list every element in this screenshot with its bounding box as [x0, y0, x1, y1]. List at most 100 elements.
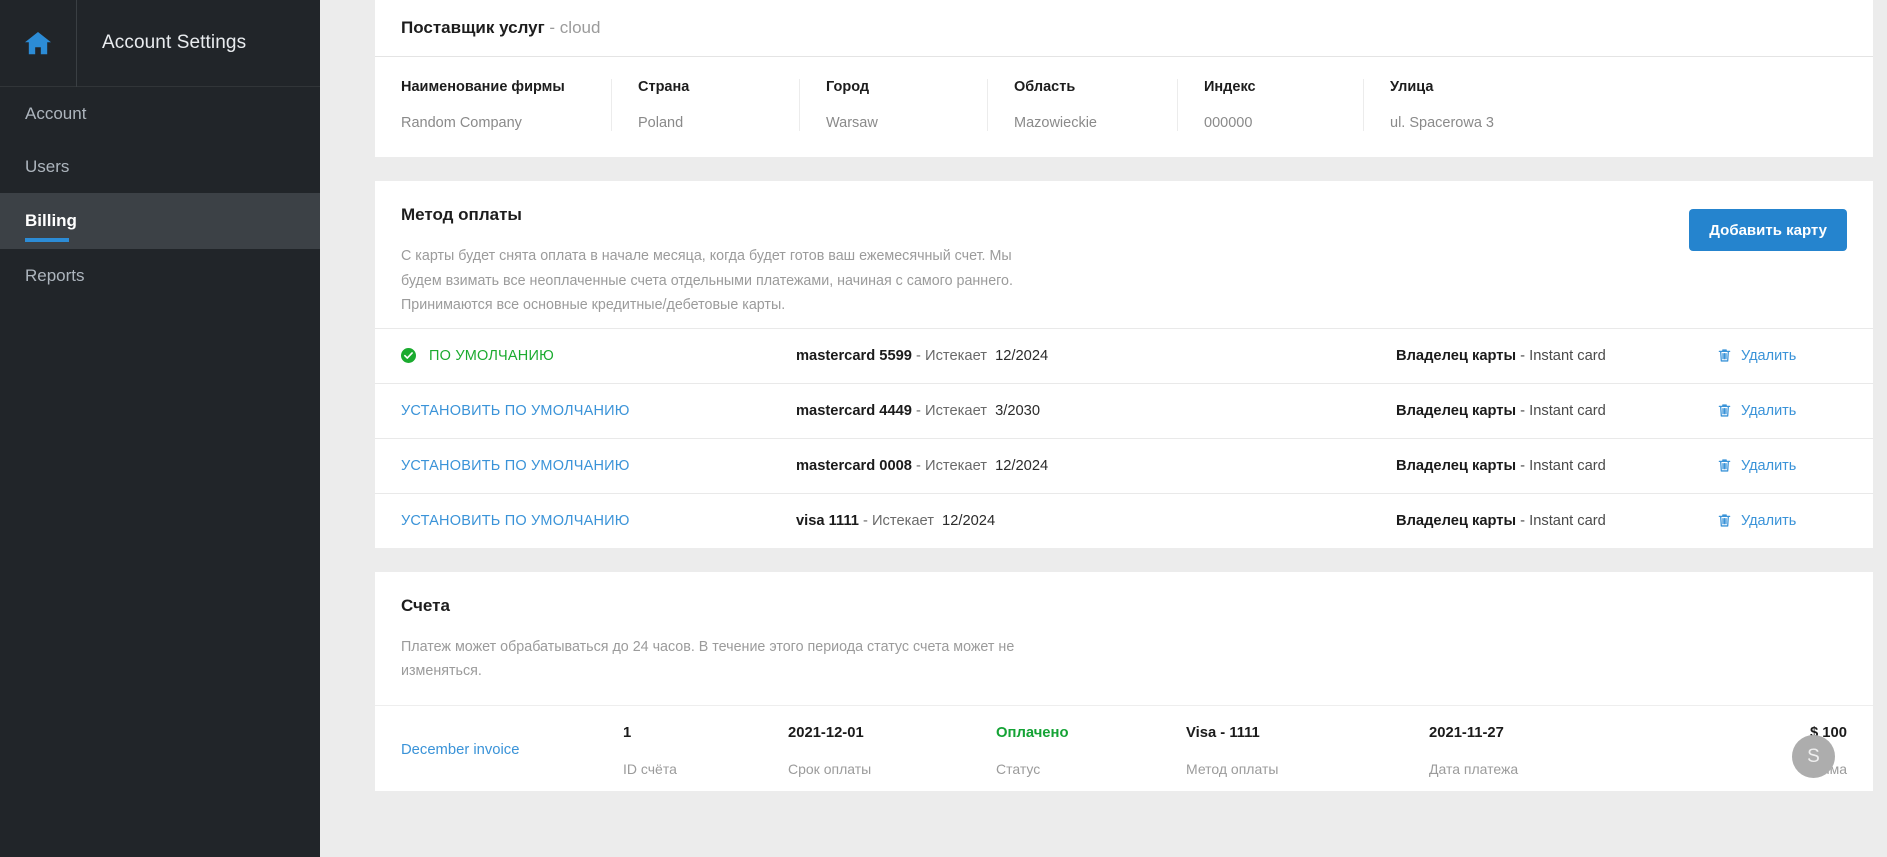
- payment-method-header: Метод оплаты С карты будет снята оплата …: [375, 181, 1873, 328]
- default-status: ПО УМОЛЧАНИЮ: [401, 348, 796, 364]
- payment-card-row: УСТАНОВИТЬ ПО УМОЛЧАНИЮ visa 1111 - Исте…: [375, 492, 1873, 548]
- payment-card-row: ПО УМОЛЧАНИЮ mastercard 5599 - Истекает …: [375, 327, 1873, 383]
- card-owner-value: - Instant card: [1520, 402, 1606, 419]
- field-label: Индекс: [1204, 79, 1256, 95]
- payment-card-row: УСТАНОВИТЬ ПО УМОЛЧАНИЮ mastercard 4449 …: [375, 382, 1873, 438]
- trash-icon: [1717, 348, 1732, 363]
- card-owner: Владелец карты - Instant card: [1396, 403, 1717, 419]
- default-status: УСТАНОВИТЬ ПО УМОЛЧАНИЮ: [401, 458, 796, 474]
- card-expiry: 12/2024: [995, 347, 1049, 364]
- field-value: 000000: [1204, 115, 1253, 131]
- sidebar-item-label: Reports: [25, 265, 85, 285]
- avatar-initial: S: [1807, 745, 1820, 767]
- invoice-id-cell: 1 ID счёта: [623, 725, 788, 777]
- field-street: Улица ul. Spacerowa 3: [1363, 79, 1603, 131]
- field-value: Poland: [638, 115, 684, 131]
- field-label: Область: [1014, 79, 1076, 95]
- card-owner-value: - Instant card: [1520, 512, 1606, 529]
- field-region: Область Mazowieckie: [987, 79, 1177, 131]
- invoice-due-cell: 2021-12-01 Срок оплаты: [788, 725, 996, 777]
- card-owner-label: Владелец карты: [1396, 402, 1517, 419]
- main-content: Поставщик услуг - cloud Наименование фир…: [320, 0, 1887, 857]
- invoice-status-cell: Оплачено Статус: [996, 725, 1186, 777]
- field-value: Mazowieckie: [1014, 115, 1097, 131]
- card-expiry: 12/2024: [995, 457, 1049, 474]
- card-identity: mastercard 0008 - Истекает 12/2024: [796, 458, 1396, 474]
- trash-icon: [1717, 403, 1732, 418]
- sidebar-item-label: Account: [25, 103, 87, 123]
- invoices-description: Платеж может обрабатываться до 24 часов.…: [401, 638, 1015, 680]
- field-label: Город: [826, 79, 870, 95]
- service-provider-title: Поставщик услуг: [401, 18, 545, 37]
- home-icon[interactable]: [0, 0, 77, 87]
- expires-label: - Истекает: [916, 402, 987, 419]
- invoice-due-label: Срок оплаты: [788, 760, 872, 777]
- invoice-name-cell: December invoice: [401, 725, 623, 758]
- status-badge: Оплачено: [996, 724, 1069, 741]
- sidebar-header: Account Settings: [0, 0, 320, 87]
- delete-card-button[interactable]: Удалить: [1717, 458, 1847, 474]
- set-default-button[interactable]: УСТАНОВИТЬ ПО УМОЛЧАНИЮ: [401, 513, 630, 529]
- invoice-id-value: 1: [623, 724, 632, 741]
- card-owner-value: - Instant card: [1520, 347, 1606, 364]
- field-value: Random Company: [401, 115, 522, 131]
- delete-card-button[interactable]: Удалить: [1717, 348, 1847, 364]
- invoice-id-label: ID счёта: [623, 760, 677, 777]
- invoices-card: Счета Платеж может обрабатываться до 24 …: [375, 571, 1873, 791]
- invoice-method-label: Метод оплаты: [1186, 760, 1279, 777]
- service-provider-subtitle: - cloud: [549, 18, 601, 37]
- avatar[interactable]: S: [1792, 735, 1835, 778]
- sidebar-item-label: Billing: [25, 211, 77, 230]
- sidebar-item-account[interactable]: Account: [0, 87, 320, 140]
- card-expiry: 12/2024: [942, 512, 996, 529]
- sidebar-nav: Account Users Billing Reports: [0, 87, 320, 302]
- payment-method-description: С карты будет снята оплата в начале меся…: [401, 248, 1013, 313]
- invoice-link[interactable]: December invoice: [401, 742, 623, 758]
- expires-label: - Истекает: [916, 347, 987, 364]
- sidebar-item-users[interactable]: Users: [0, 140, 320, 193]
- field-value: Warsaw: [826, 115, 878, 131]
- default-status: УСТАНОВИТЬ ПО УМОЛЧАНИЮ: [401, 513, 796, 529]
- delete-card-button[interactable]: Удалить: [1717, 513, 1847, 529]
- card-identity: mastercard 4449 - Истекает 3/2030: [796, 403, 1396, 419]
- add-card-button[interactable]: Добавить карту: [1689, 209, 1847, 251]
- expires-label: - Истекает: [916, 457, 987, 474]
- service-provider-heading: Поставщик услуг - cloud: [375, 0, 1873, 57]
- field-label: Улица: [1390, 79, 1434, 95]
- card-identity: visa 1111 - Истекает 12/2024: [796, 513, 1396, 529]
- invoices-header: Счета Платеж может обрабатываться до 24 …: [375, 572, 1873, 688]
- default-label: ПО УМОЛЧАНИЮ: [429, 347, 554, 364]
- payment-card-row: УСТАНОВИТЬ ПО УМОЛЧАНИЮ mastercard 0008 …: [375, 437, 1873, 493]
- card-owner: Владелец карты - Instant card: [1396, 513, 1717, 529]
- invoice-date-cell: 2021-11-27 Дата платежа: [1429, 725, 1661, 777]
- field-label: Страна: [638, 79, 690, 95]
- delete-card-button[interactable]: Удалить: [1717, 403, 1847, 419]
- card-expiry: 3/2030: [995, 402, 1041, 419]
- card-brand-number: mastercard 0008: [796, 457, 912, 474]
- default-status: УСТАНОВИТЬ ПО УМОЛЧАНИЮ: [401, 403, 796, 419]
- card-brand-number: mastercard 4449: [796, 402, 912, 419]
- payment-method-card: Метод оплаты С карты будет снята оплата …: [375, 181, 1873, 548]
- card-owner-label: Владелец карты: [1396, 512, 1517, 529]
- set-default-button[interactable]: УСТАНОВИТЬ ПО УМОЛЧАНИЮ: [401, 403, 630, 419]
- active-indicator: [25, 238, 69, 242]
- delete-label: Удалить: [1741, 512, 1797, 529]
- delete-label: Удалить: [1741, 347, 1797, 364]
- sidebar-item-billing[interactable]: Billing: [0, 193, 320, 249]
- expires-label: - Истекает: [863, 512, 934, 529]
- payment-method-text: Метод оплаты С карты будет снята оплата …: [401, 205, 1689, 318]
- card-owner-value: - Instant card: [1520, 457, 1606, 474]
- sidebar-item-reports[interactable]: Reports: [0, 249, 320, 302]
- field-postal-code: Индекс 000000: [1177, 79, 1363, 131]
- check-circle-icon: [401, 348, 416, 363]
- invoice-date-label: Дата платежа: [1429, 760, 1519, 777]
- sidebar-item-label: Users: [25, 156, 70, 176]
- card-identity: mastercard 5599 - Истекает 12/2024: [796, 348, 1396, 364]
- set-default-button[interactable]: УСТАНОВИТЬ ПО УМОЛЧАНИЮ: [401, 458, 630, 474]
- service-provider-card: Поставщик услуг - cloud Наименование фир…: [375, 0, 1873, 157]
- card-owner: Владелец карты - Instant card: [1396, 348, 1717, 364]
- app-title: Account Settings: [102, 32, 247, 53]
- sidebar: Account Settings Account Users Billing R…: [0, 0, 320, 857]
